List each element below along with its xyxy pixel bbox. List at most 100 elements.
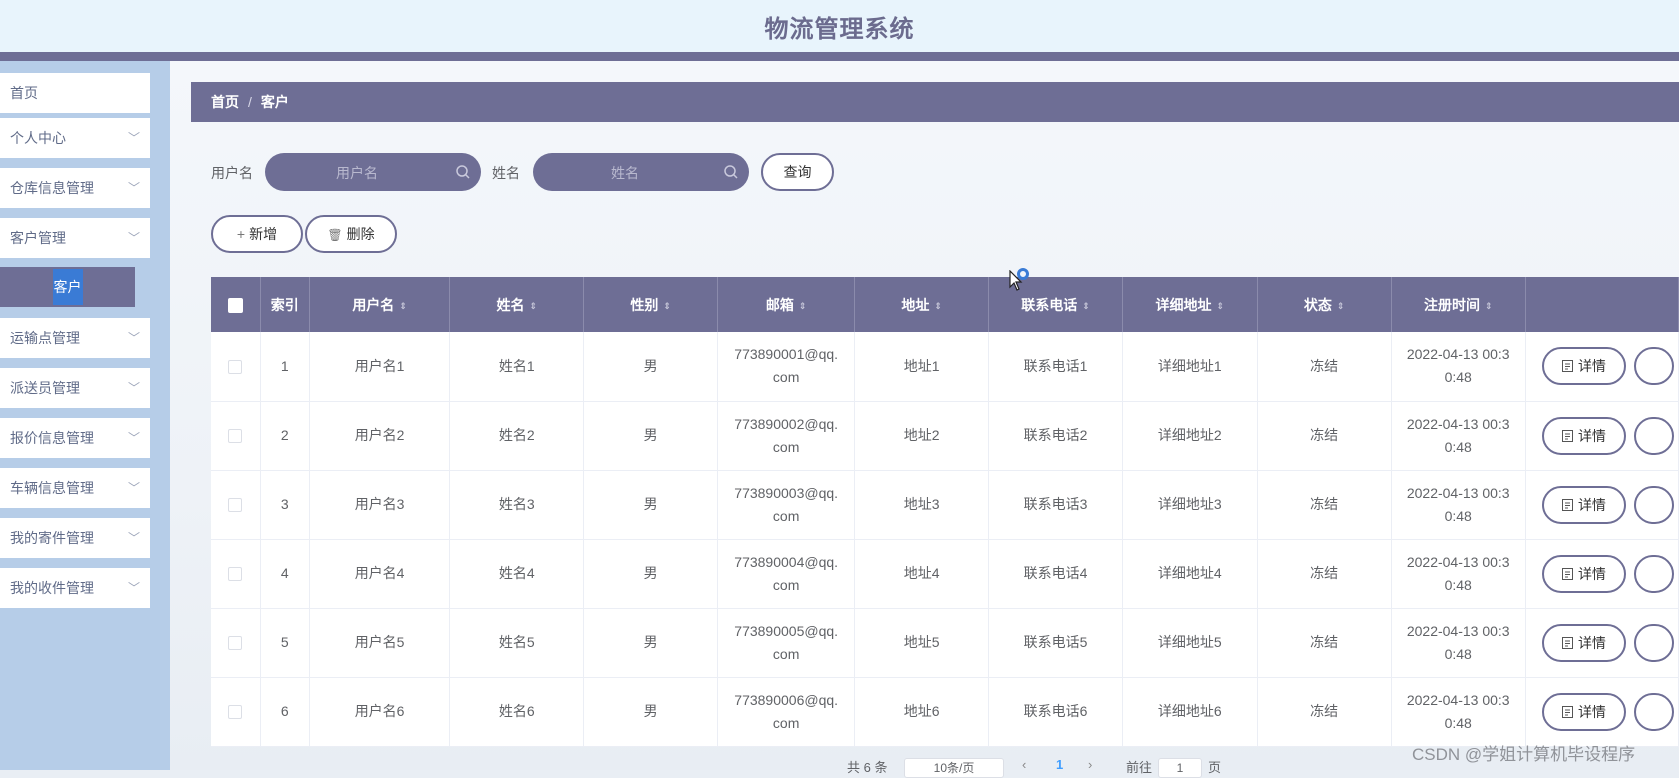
column-header[interactable]: 地址 ⇕ xyxy=(854,277,990,332)
cell-phone: 联系电话3 xyxy=(988,470,1123,540)
sidebar-item-label: 报价信息管理 xyxy=(10,430,94,446)
breadcrumb-home[interactable]: 首页 xyxy=(211,94,239,110)
column-header[interactable]: 姓名 ⇕ xyxy=(449,277,585,332)
row-checkbox[interactable] xyxy=(228,360,243,375)
goto-page-input[interactable]: 1 xyxy=(1158,758,1202,778)
cell-time-line: 2022-04-13 00:3 xyxy=(1406,415,1510,432)
detail-button[interactable]: 详情 xyxy=(1541,485,1626,524)
cell-address: 地址3 xyxy=(854,470,990,540)
sort-icon[interactable]: ⇕ xyxy=(663,301,671,310)
cell-gender: 男 xyxy=(583,470,719,540)
page-size-select[interactable]: 10条/页 xyxy=(904,758,1004,778)
detail-button[interactable]: 详情 xyxy=(1541,554,1626,593)
sidebar-item-transport-point[interactable]: 运输点管理 ﹀ xyxy=(0,318,150,358)
select-all-checkbox[interactable] xyxy=(227,297,243,313)
column-header[interactable]: 详细地址 ⇕ xyxy=(1122,277,1258,332)
sort-icon[interactable]: ⇕ xyxy=(399,301,407,310)
cell-email-line: com xyxy=(772,645,800,662)
sidebar-item-warehouse[interactable]: 仓库信息管理 ﹀ xyxy=(0,168,150,208)
detail-button[interactable]: 详情 xyxy=(1541,692,1626,731)
cell-username: 用户名5 xyxy=(309,608,451,678)
customer-table: 索引 用户名 ⇕ 姓名 ⇕ 性别 ⇕ 邮箱 ⇕ 地址 ⇕ 联系电话 ⇕ 详细地址 ⇕ 状态 ⇕ … xyxy=(211,277,1679,747)
row-select-cell[interactable] xyxy=(211,539,261,609)
username-search-field[interactable] xyxy=(265,153,481,193)
cell-email: 773890004@qq. com xyxy=(717,539,856,609)
row-select-cell[interactable] xyxy=(211,608,261,678)
edit-button[interactable] xyxy=(1633,692,1674,731)
name-search-field[interactable] xyxy=(533,153,749,193)
sidebar-item-customer[interactable]: 客户管理 ﹀ xyxy=(0,218,150,258)
row-checkbox[interactable] xyxy=(228,636,243,651)
header-divider xyxy=(0,52,1679,61)
column-header[interactable]: 用户名 ⇕ xyxy=(309,277,451,332)
edit-button[interactable] xyxy=(1633,623,1674,662)
detail-button-label: 详情 xyxy=(1577,703,1606,720)
cell-username: 用户名2 xyxy=(309,401,451,471)
detail-button[interactable]: 详情 xyxy=(1541,623,1626,662)
username-input[interactable] xyxy=(265,153,449,193)
column-header[interactable]: 注册时间 ⇕ xyxy=(1391,277,1526,332)
row-select-cell[interactable] xyxy=(211,332,261,402)
detail-button[interactable]: 详情 xyxy=(1541,416,1626,455)
sort-icon[interactable]: ⇕ xyxy=(1082,301,1090,310)
cell-time-line: 2022-04-13 00:3 xyxy=(1406,553,1510,570)
sidebar-item-personal-center[interactable]: 个人中心 ﹀ xyxy=(0,118,150,158)
row-checkbox[interactable] xyxy=(228,705,243,720)
query-button[interactable]: 查询 xyxy=(761,153,834,191)
add-button[interactable]: + 新增 xyxy=(211,215,303,253)
row-select-cell[interactable] xyxy=(211,470,261,540)
edit-button[interactable] xyxy=(1633,554,1674,593)
chevron-down-icon: ﹀ xyxy=(127,531,140,545)
sort-icon[interactable]: ⇕ xyxy=(530,301,538,310)
sidebar-item-label: 派送员管理 xyxy=(10,380,80,396)
row-checkbox[interactable] xyxy=(228,567,243,582)
row-select-cell[interactable] xyxy=(211,401,261,471)
sort-icon[interactable]: ⇕ xyxy=(934,301,942,310)
cell-username: 用户名4 xyxy=(309,539,451,609)
sidebar-item-label: 首页 xyxy=(10,85,38,101)
cell-gender: 男 xyxy=(583,677,719,747)
table-row[interactable]: 4 用户名4 姓名4 男 773890004@qq. com 地址4 联系电话4 详细地址4 冻结… xyxy=(211,539,1679,609)
detail-button[interactable]: 详情 xyxy=(1541,347,1626,386)
column-header[interactable]: 状态 ⇕ xyxy=(1257,277,1392,332)
delete-button[interactable]: 🗑 删除 xyxy=(305,215,397,253)
column-header[interactable]: 性别 ⇕ xyxy=(583,277,719,332)
cell-actions: 详情 xyxy=(1525,401,1679,471)
sidebar-item-vehicle[interactable]: 车辆信息管理 ﹀ xyxy=(0,468,150,508)
row-checkbox[interactable] xyxy=(228,429,243,444)
sidebar-item-my-receipts[interactable]: 我的收件管理 ﹀ xyxy=(0,568,150,608)
delete-button-label: 删除 xyxy=(346,226,375,242)
sidebar-subitem-label: 客户 xyxy=(52,269,83,305)
breadcrumb-separator: / xyxy=(248,94,252,110)
edit-button[interactable] xyxy=(1633,416,1674,455)
table-row[interactable]: 1 用户名1 姓名1 男 773890001@qq. com 地址1 联系电话1 详细地址1 冻结… xyxy=(211,332,1679,402)
plus-icon: + xyxy=(236,226,246,242)
edit-button[interactable] xyxy=(1633,485,1674,524)
column-header[interactable]: 邮箱 ⇕ xyxy=(717,277,856,332)
cell-time-line: 0:48 xyxy=(1444,714,1472,731)
select-all-header[interactable] xyxy=(211,277,261,332)
cell-time-line: 0:48 xyxy=(1444,507,1472,524)
name-input[interactable] xyxy=(533,153,717,193)
sort-icon[interactable]: ⇕ xyxy=(1217,301,1225,310)
column-header-label: 联系电话 xyxy=(1021,296,1078,313)
sidebar-subitem-customer[interactable]: 客户 xyxy=(0,267,135,307)
sidebar-item-home[interactable]: 首页 xyxy=(0,73,150,113)
table-row[interactable]: 6 用户名6 姓名6 男 773890006@qq. com 地址6 联系电话6 详细地址6 冻结… xyxy=(211,677,1679,747)
table-row[interactable]: 3 用户名3 姓名3 男 773890003@qq. com 地址3 联系电话3 详细地址3 冻结… xyxy=(211,470,1679,540)
sort-icon[interactable]: ⇕ xyxy=(1485,301,1493,310)
row-checkbox[interactable] xyxy=(228,498,243,513)
sort-icon[interactable]: ⇕ xyxy=(799,301,807,310)
row-select-cell[interactable] xyxy=(211,677,261,747)
cell-gender: 男 xyxy=(583,539,719,609)
sidebar-item-my-shipments[interactable]: 我的寄件管理 ﹀ xyxy=(0,518,150,558)
edit-button[interactable] xyxy=(1633,347,1674,386)
sidebar-item-quote[interactable]: 报价信息管理 ﹀ xyxy=(0,418,150,458)
breadcrumb: 首页 / 客户 xyxy=(191,82,1679,122)
table-row[interactable]: 2 用户名2 姓名2 男 773890002@qq. com 地址2 联系电话2 详细地址2 冻结… xyxy=(211,401,1679,471)
cell-actions: 详情 xyxy=(1525,608,1679,678)
sort-icon[interactable]: ⇕ xyxy=(1337,301,1345,310)
sidebar-item-courier[interactable]: 派送员管理 ﹀ xyxy=(0,368,150,408)
table-row[interactable]: 5 用户名5 姓名5 男 773890005@qq. com 地址5 联系电话5 详细地址5 冻结… xyxy=(211,608,1679,678)
cell-status: 冻结 xyxy=(1257,401,1392,471)
